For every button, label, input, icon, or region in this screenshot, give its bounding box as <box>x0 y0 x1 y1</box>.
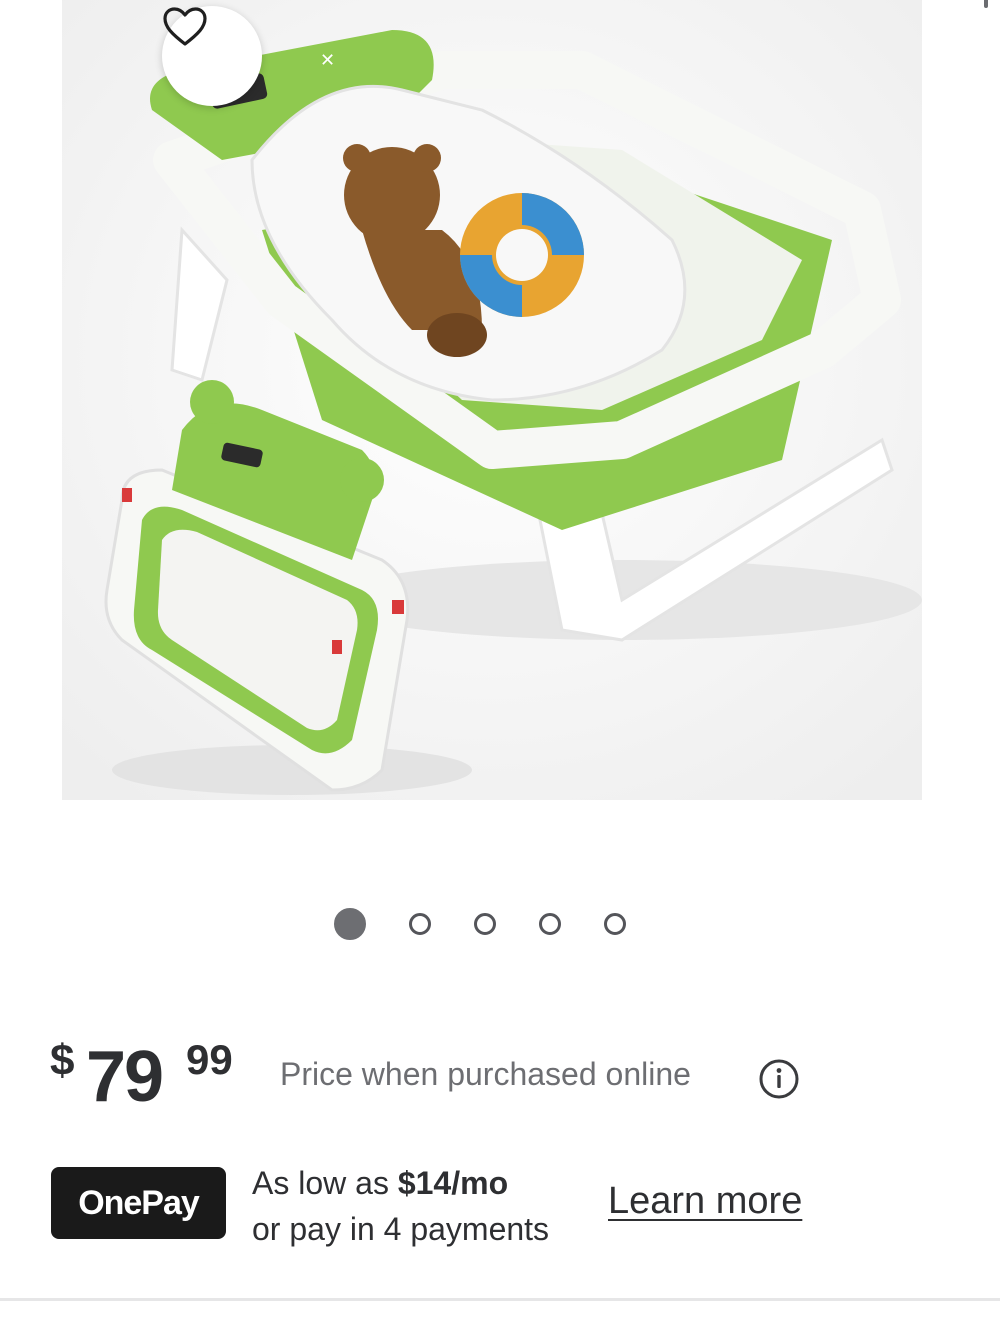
carousel-dot-5[interactable] <box>604 913 626 935</box>
price-currency: $ <box>50 1036 75 1085</box>
svg-text:✕: ✕ <box>320 50 335 71</box>
section-divider <box>0 1298 1000 1301</box>
learn-more-link[interactable]: Learn more <box>608 1180 802 1223</box>
carousel-dot-2[interactable] <box>409 913 431 935</box>
installment-line-1: As low as $14/mo <box>252 1160 549 1206</box>
favorite-button[interactable] <box>162 6 262 106</box>
installment-prefix: As low as <box>252 1165 398 1201</box>
price-note: Price when purchased online <box>280 1056 691 1092</box>
info-icon[interactable] <box>758 1058 800 1100</box>
carousel-dot-1[interactable] <box>334 908 366 940</box>
installment-line-2: or pay in 4 payments <box>252 1211 550 1247</box>
scrollbar-thumb[interactable] <box>984 0 988 8</box>
onepay-logo: OnePay <box>51 1167 226 1239</box>
baby-bathtub-image: ✕ <box>62 0 922 800</box>
heart-icon <box>163 7 207 46</box>
image-carousel-indicator <box>334 908 626 940</box>
carousel-dot-3[interactable] <box>474 913 496 935</box>
installment-info: As low as $14/mo or pay in 4 payments <box>252 1160 549 1252</box>
installment-amount: $14/mo <box>397 1165 509 1201</box>
product-image-gallery[interactable]: ✕ <box>62 0 922 800</box>
carousel-dot-4[interactable] <box>539 913 561 935</box>
price-cents: 99 <box>186 1036 233 1083</box>
price-dollars: 79 <box>86 1037 164 1117</box>
